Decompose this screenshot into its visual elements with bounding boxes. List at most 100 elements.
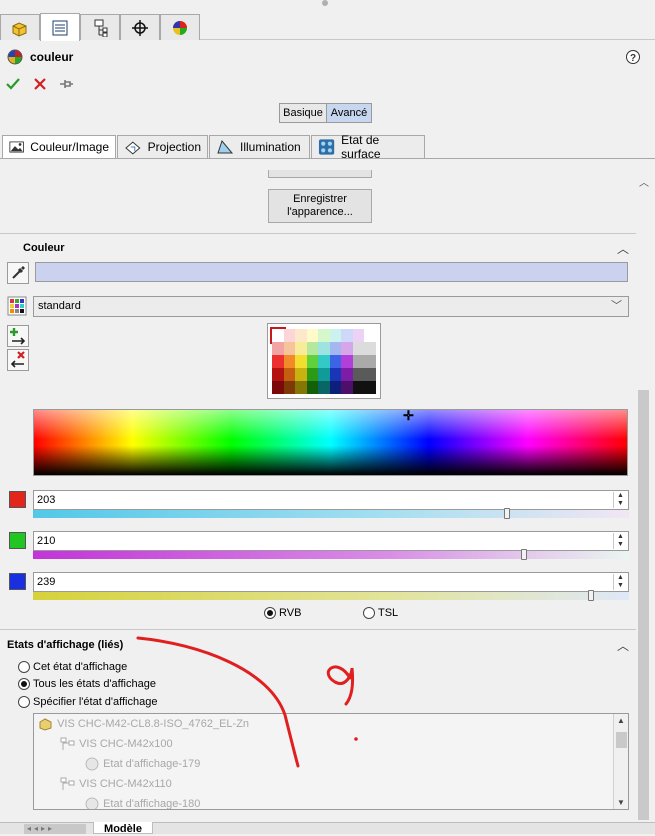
channel-value-input[interactable]: 210 ▲ ▼ [33,531,629,551]
channel-slider-thumb[interactable] [504,508,511,519]
current-color-swatch[interactable] [35,262,628,282]
color-swatch[interactable] [364,329,376,342]
save-appearance-button[interactable]: Enregistrer l'apparence... [268,189,372,223]
previous-button-edge[interactable] [268,170,372,178]
hsl-mode-radio[interactable]: TSL [363,605,398,619]
color-swatch[interactable] [329,329,341,342]
tab-model[interactable]: Modèle [93,822,153,835]
color-swatch[interactable] [352,368,364,381]
add-to-palette-button[interactable] [7,325,29,347]
collapse-display-states-icon[interactable]: ︿ [617,637,629,654]
color-swatch[interactable] [306,329,318,342]
color-swatch[interactable] [306,368,318,381]
tab-feature-manager[interactable] [0,14,40,40]
tree-scroll-up-icon[interactable]: ▲ [617,716,625,725]
advanced-mode-button[interactable]: Avancé [326,103,372,123]
color-swatch[interactable] [306,355,318,368]
color-swatch[interactable] [295,342,307,355]
rgb-mode-radio[interactable]: RVB [264,605,301,619]
tree-item[interactable]: VIS CHC-M42x110 [60,777,172,791]
tree-scrollbar-thumb[interactable] [616,732,627,748]
collapse-color-section-icon[interactable]: ︿ [617,240,629,257]
spinner-icon[interactable]: ▲ ▼ [613,574,627,590]
channel-slider-thumb[interactable] [521,549,528,560]
color-swatch[interactable] [270,327,286,344]
tab-illumination[interactable]: Illumination [209,135,310,159]
cancel-button[interactable] [32,76,48,92]
color-swatch[interactable] [329,342,341,355]
eyedropper-button[interactable] [7,262,29,284]
color-swatch[interactable] [352,355,364,368]
channel-slider-track[interactable] [33,590,629,601]
color-swatch[interactable] [341,381,353,394]
color-swatch[interactable] [272,355,284,368]
ok-button[interactable] [5,76,21,92]
tab-display-manager[interactable] [160,14,200,40]
color-swatch[interactable] [341,342,353,355]
scroll-up-icon[interactable]: ︿ [639,174,649,189]
channel-slider-thumb[interactable] [588,590,595,601]
scrollbar-thumb[interactable] [638,390,649,820]
tab-dimxpert-manager[interactable] [120,14,160,40]
color-swatch[interactable] [329,368,341,381]
keep-visible-button[interactable] [58,76,74,92]
color-swatch[interactable] [295,329,307,342]
color-swatch[interactable] [306,342,318,355]
channel-value-input[interactable]: 203 ▲ ▼ [33,490,629,510]
color-swatch[interactable] [364,355,376,368]
tab-configuration-manager[interactable] [80,14,120,40]
color-swatch[interactable] [272,381,284,394]
color-swatch[interactable] [318,381,330,394]
tab-surface-finish[interactable]: Etat de surface [311,133,425,161]
color-swatch[interactable] [318,355,330,368]
tree-item[interactable]: Etat d'affichage-180 [84,797,200,809]
remove-from-palette-button[interactable] [7,349,29,371]
channel-value-input[interactable]: 239 ▲ ▼ [33,572,629,592]
color-swatch[interactable] [364,342,376,355]
color-swatch[interactable] [306,381,318,394]
display-manager-icon [173,20,187,35]
color-swatch[interactable] [341,355,353,368]
color-swatch[interactable] [272,368,284,381]
color-swatch[interactable] [272,342,284,355]
tab-property-manager[interactable] [40,13,80,41]
color-swatch[interactable] [341,368,353,381]
color-swatch[interactable] [329,355,341,368]
this-display-state-radio[interactable]: Cet état d'affichage [18,659,127,673]
tab-color-image[interactable]: Couleur/Image [2,135,116,159]
color-swatch[interactable] [352,381,364,394]
panel-resize-grip[interactable] [322,0,328,6]
tab-navigation-arrows[interactable]: ◂◂▸▸ [24,824,86,834]
color-swatch[interactable] [352,342,364,355]
color-swatch[interactable] [295,355,307,368]
palette-select[interactable]: standard ﹀ [33,296,629,317]
color-spectrum[interactable]: ✛ [33,408,628,476]
color-swatch[interactable] [364,381,376,394]
tree-scroll-down-icon[interactable]: ▼ [617,798,625,807]
color-swatch[interactable] [329,381,341,394]
color-swatch[interactable] [295,368,307,381]
color-swatch[interactable] [352,329,364,342]
color-swatch[interactable] [295,381,307,394]
color-swatch[interactable] [283,381,295,394]
color-swatch[interactable] [318,342,330,355]
panel-scrollbar[interactable]: ︿ [636,170,651,820]
color-swatch[interactable] [318,329,330,342]
basic-mode-button[interactable]: Basique [279,103,327,123]
color-swatch[interactable] [341,329,353,342]
spinner-icon[interactable]: ▲ ▼ [613,533,627,549]
channel-color-swatch [9,573,26,590]
channel-slider-track[interactable] [33,549,629,560]
color-swatch[interactable] [283,342,295,355]
color-swatch[interactable] [283,368,295,381]
color-section-title: Couleur [23,242,65,254]
color-swatch[interactable] [364,368,376,381]
channel-slider-track[interactable] [33,508,629,519]
color-swatch[interactable] [283,355,295,368]
help-icon[interactable]: ? [625,49,641,65]
spinner-icon[interactable]: ▲ ▼ [613,492,627,508]
tree-scrollbar[interactable]: ▲ ▼ [613,714,628,809]
tab-projection[interactable]: Projection [117,135,208,159]
color-swatch[interactable] [283,329,295,342]
color-swatch[interactable] [318,368,330,381]
